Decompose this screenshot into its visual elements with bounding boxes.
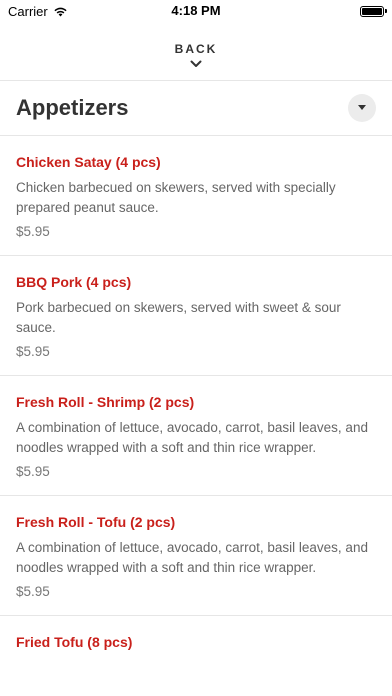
menu-item[interactable]: Fresh Roll - Shrimp (2 pcs) A combinatio… <box>0 376 392 496</box>
section-header: Appetizers <box>0 81 392 136</box>
item-name: Fresh Roll - Shrimp (2 pcs) <box>16 394 195 410</box>
section-dropdown-button[interactable] <box>348 94 376 122</box>
menu-item[interactable]: BBQ Pork (4 pcs) Pork barbecued on skewe… <box>0 256 392 376</box>
item-name: BBQ Pork (4 pcs) <box>16 274 132 290</box>
item-description: A combination of lettuce, avocado, carro… <box>16 540 368 575</box>
back-button[interactable]: BACK <box>0 22 392 81</box>
menu-item[interactable]: Fresh Roll - Tofu (2 pcs) A combination … <box>0 496 392 616</box>
menu-item[interactable]: Fried Tofu (8 pcs) <box>0 616 392 674</box>
item-price: $5.95 <box>16 344 50 359</box>
item-name: Fresh Roll - Tofu (2 pcs) <box>16 514 176 530</box>
status-bar: Carrier 4:18 PM <box>0 0 392 22</box>
menu-item[interactable]: Chicken Satay (4 pcs) Chicken barbecued … <box>0 136 392 256</box>
battery-icon <box>360 5 387 17</box>
item-description: A combination of lettuce, avocado, carro… <box>16 420 368 455</box>
status-left: Carrier <box>8 4 68 19</box>
item-name: Chicken Satay (4 pcs) <box>16 154 161 170</box>
item-price: $5.95 <box>16 584 50 599</box>
item-price: $5.95 <box>16 224 50 239</box>
caret-down-icon <box>358 105 366 110</box>
item-description: Pork barbecued on skewers, served with s… <box>16 300 341 335</box>
carrier-label: Carrier <box>8 3 48 19</box>
section-title: Appetizers <box>16 95 129 120</box>
item-description: Chicken barbecued on skewers, served wit… <box>16 180 336 215</box>
item-price: $5.95 <box>16 464 50 479</box>
wifi-icon <box>54 7 67 16</box>
chevron-down-icon <box>190 60 202 67</box>
status-time: 4:18 PM <box>171 3 221 18</box>
back-label: BACK <box>174 42 218 56</box>
item-name: Fried Tofu (8 pcs) <box>16 634 133 650</box>
